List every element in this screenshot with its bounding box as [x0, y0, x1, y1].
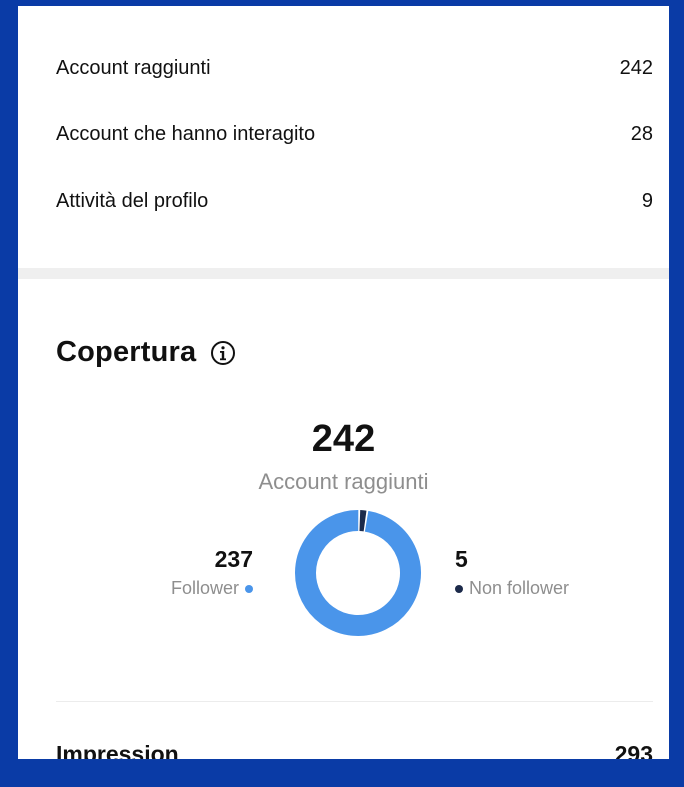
non-followers-legend: Non follower [455, 578, 569, 599]
donut-slice-follower [295, 510, 421, 636]
non-followers-dot [455, 584, 463, 593]
metric-row-accounts-reached[interactable]: Account raggiunti 242 [56, 53, 653, 83]
metric-value: 242 [619, 56, 653, 79]
non-followers-label: Non follower [469, 578, 570, 598]
coverage-section-title: Copertura [56, 336, 236, 369]
reached-total: 242 [311, 418, 376, 460]
impressions-value: 293 [614, 741, 653, 759]
followers-legend: Follower [171, 578, 253, 599]
metric-label: Attività del profilo [56, 189, 209, 212]
divider-line [56, 701, 653, 702]
metric-label: Account raggiunti [56, 56, 211, 79]
impressions-label: Impression [56, 741, 179, 759]
section-divider [18, 268, 669, 279]
metric-row-profile-activity[interactable]: Attività del profilo 9 [56, 186, 653, 216]
non-followers-count: 5 [455, 546, 468, 572]
app-screen: { "summary": [ {"label": "Account raggiu… [0, 0, 684, 787]
coverage-title: Copertura [56, 336, 197, 368]
metric-value: 9 [641, 189, 653, 212]
info-icon[interactable] [210, 340, 236, 366]
metric-value: 28 [630, 122, 653, 145]
followers-count: 237 [214, 546, 253, 572]
followers-label: Follower [170, 578, 239, 598]
metric-row-accounts-engaged[interactable]: Account che hanno interagito 28 [56, 119, 653, 149]
metric-row-impressions[interactable]: Impression 293 [56, 741, 653, 759]
metric-label: Account che hanno interagito [56, 122, 316, 145]
insights-panel: Account raggiunti 242 Account che hanno … [18, 6, 669, 759]
coverage-donut-chart [295, 510, 421, 636]
reached-caption: Account raggiunti [258, 469, 429, 494]
followers-dot [245, 584, 253, 593]
